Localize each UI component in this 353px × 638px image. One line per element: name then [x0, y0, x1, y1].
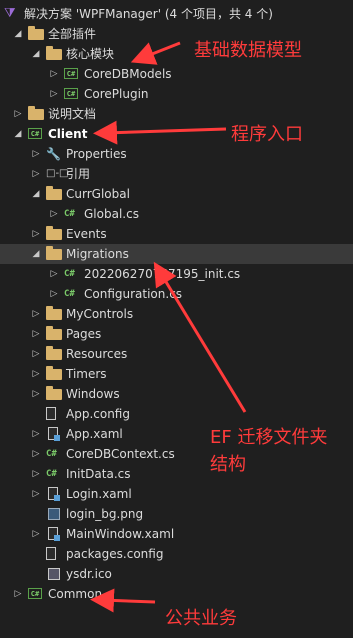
arrow-to-core-module	[130, 41, 181, 65]
annotation-base-model: 基础数据模型	[194, 40, 302, 61]
annotation-ef-line2: 结构	[210, 454, 246, 475]
annotation-entry: 程序入口	[231, 124, 303, 145]
annotation-ef-line1: EF 迁移文件夹	[210, 427, 328, 448]
arrow-to-client	[93, 120, 227, 145]
arrow-to-migrations	[153, 261, 247, 413]
arrow-to-common	[90, 588, 156, 613]
annotation-arrows	[90, 41, 247, 613]
annotation-common: 公共业务	[165, 608, 237, 629]
